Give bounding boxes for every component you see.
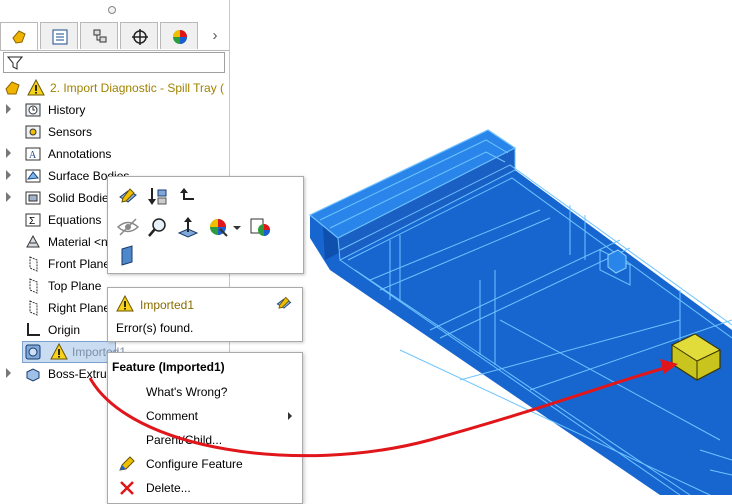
boss-extrude-icon — [26, 368, 40, 382]
filter-icon — [7, 56, 23, 70]
warning-icon — [27, 79, 45, 96]
menu-item-comment[interactable]: Comment — [108, 404, 302, 428]
expand-arrow-icon[interactable] — [6, 148, 11, 158]
plane-icon — [29, 278, 38, 294]
property-manager-icon — [52, 29, 68, 45]
context-toolbar — [107, 176, 304, 274]
tree-item-label: Solid Bodies — [48, 191, 115, 205]
warning-icon — [116, 295, 134, 312]
annotations-icon: A — [25, 147, 41, 161]
tree-item-label: Right Plane — [48, 301, 111, 315]
expand-arrow-icon[interactable] — [6, 170, 11, 180]
configure-feature-icon — [119, 456, 135, 471]
tree-item-annotations[interactable]: A Annotations — [0, 143, 229, 165]
appearance-icon[interactable] — [206, 215, 230, 239]
undo-arrow-icon[interactable] — [176, 185, 200, 209]
surface-bodies-icon — [25, 169, 41, 183]
menu-item-label: Delete... — [146, 481, 191, 495]
svg-text:Σ: Σ — [29, 216, 35, 227]
feature-tooltip: Imported1 Error(s) found. — [107, 287, 303, 342]
tree-root[interactable]: 2. Import Diagnostic - Spill Tray ( — [0, 77, 229, 99]
render-tools-icon[interactable] — [248, 215, 272, 239]
context-menu: Feature (Imported1) What's Wrong? Commen… — [107, 352, 303, 504]
part-icon — [5, 81, 20, 95]
model-viewport[interactable] — [300, 120, 732, 495]
menu-item-label: Comment — [146, 409, 199, 423]
tab-property-manager[interactable] — [40, 22, 78, 49]
expand-arrow-icon[interactable] — [6, 368, 11, 378]
plane-icon — [29, 256, 38, 272]
delete-icon — [120, 481, 134, 495]
chevron-right-icon[interactable]: › — [206, 26, 224, 46]
menu-item-delete[interactable]: Delete... — [108, 476, 302, 500]
menu-item-whats-wrong[interactable]: What's Wrong? — [108, 380, 302, 404]
plane-icon — [29, 300, 38, 316]
tree-item-label: Origin — [48, 323, 81, 337]
tree-filter[interactable] — [3, 52, 225, 73]
spill-tray-model — [308, 129, 732, 495]
tree-item-label: History — [48, 103, 86, 117]
menu-item-parent-child[interactable]: Parent/Child... — [108, 428, 302, 452]
expand-arrow-icon[interactable] — [6, 104, 11, 114]
hide-icon[interactable] — [116, 215, 140, 239]
sensors-icon — [25, 125, 41, 139]
tree-item-history[interactable]: History — [0, 99, 229, 121]
tab-dimxpert-manager[interactable] — [120, 22, 158, 49]
menu-item-label: What's Wrong? — [146, 385, 228, 399]
menu-item-label: Parent/Child... — [146, 433, 223, 447]
solid-bodies-icon — [25, 191, 41, 205]
feature-manager-icon — [12, 30, 26, 44]
equations-icon: Σ — [25, 213, 41, 227]
display-manager-icon — [173, 30, 187, 44]
rollback-icon[interactable] — [146, 185, 170, 209]
menu-item-label: Configure Feature — [146, 457, 243, 471]
tree-item-label: Annotations — [48, 147, 112, 161]
history-icon — [25, 103, 41, 117]
expand-arrow-icon[interactable] — [6, 192, 11, 202]
warning-icon — [50, 343, 68, 360]
manager-tabs: › — [0, 22, 229, 51]
tab-configuration-manager[interactable] — [80, 22, 118, 49]
tree-item-sensors[interactable]: Sensors — [0, 121, 229, 143]
section-view-icon[interactable] — [116, 243, 140, 267]
edit-feature-icon — [276, 296, 292, 309]
tree-item-label: Front Plane — [48, 257, 111, 271]
normal-to-icon[interactable] — [176, 215, 200, 239]
tooltip-title: Imported1 — [140, 298, 195, 312]
crosshair-icon — [132, 29, 148, 45]
tree-item-label: Equations — [48, 213, 102, 227]
tree-item-label: Top Plane — [48, 279, 102, 293]
panel-grip[interactable] — [0, 0, 229, 22]
zoom-to-selection-icon[interactable] — [146, 215, 170, 239]
material-icon — [26, 234, 40, 248]
tooltip-message: Error(s) found. — [116, 321, 194, 335]
dropdown-arrow-icon[interactable] — [232, 215, 242, 239]
menu-item-configure-feature[interactable]: Configure Feature — [108, 452, 302, 476]
tab-display-manager[interactable] — [160, 22, 198, 49]
tree-item-label: Material <n — [48, 235, 108, 249]
edit-feature-icon[interactable] — [116, 185, 140, 209]
tree-root-label: 2. Import Diagnostic - Spill Tray ( — [50, 81, 225, 95]
svg-text:A: A — [29, 150, 37, 161]
tab-feature-manager[interactable] — [0, 22, 38, 50]
context-menu-header: Feature (Imported1) — [112, 360, 225, 374]
origin-icon — [27, 323, 40, 336]
tree-item-label: Sensors — [48, 125, 93, 139]
configuration-manager-icon — [93, 29, 107, 43]
imported-feature-icon — [25, 344, 41, 360]
submenu-arrow-icon — [288, 412, 292, 420]
